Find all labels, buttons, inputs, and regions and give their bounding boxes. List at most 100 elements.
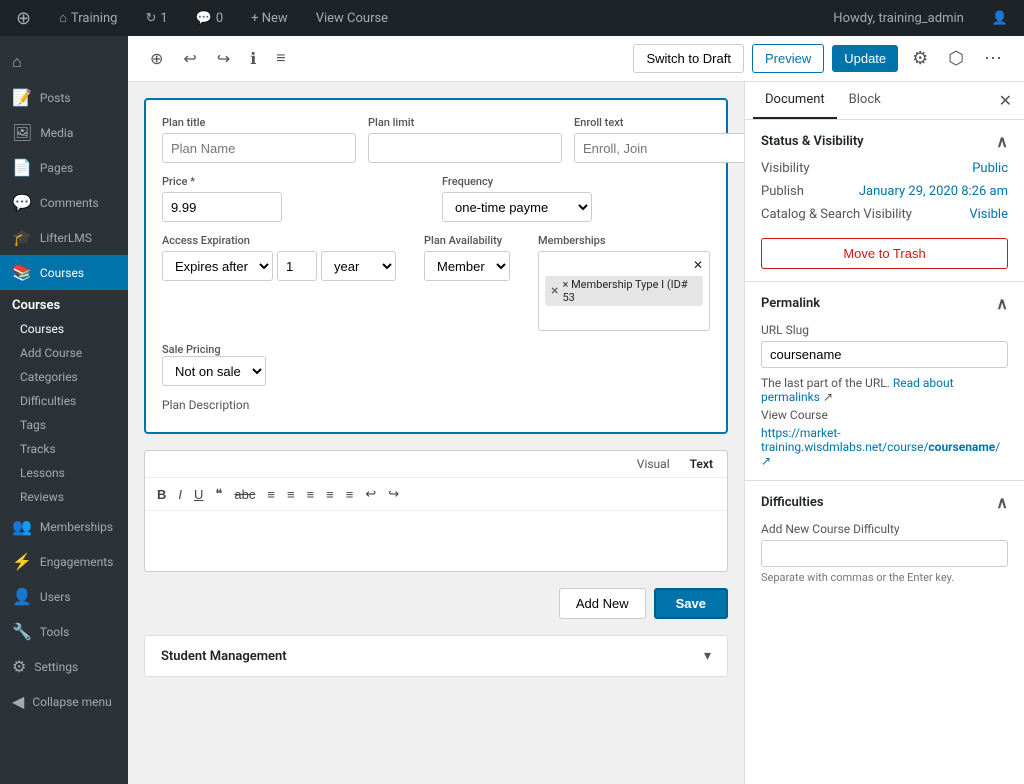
sidebar-sub-lessons[interactable]: Lessons	[0, 461, 128, 485]
undo-text-button[interactable]: ↩	[361, 484, 380, 504]
sale-pricing-select[interactable]: Not on sale On sale	[162, 356, 266, 386]
sidebar-item-users[interactable]: 👤 Users	[0, 579, 128, 614]
visibility-field-value[interactable]: Public	[972, 161, 1008, 176]
update-button[interactable]: Update	[832, 45, 898, 72]
sidebar-item-settings[interactable]: ⚙ Settings	[0, 649, 128, 684]
plan-name-input[interactable]	[162, 133, 356, 163]
underline-button[interactable]: U	[190, 485, 207, 504]
course-url-link[interactable]: https://market-training.wisdmlabs.net/co…	[761, 426, 1000, 468]
sidebar-sub-categories[interactable]: Categories	[0, 365, 128, 389]
external-link-icon: ↗	[823, 390, 833, 404]
sidebar-item-pages[interactable]: 📄 Pages	[0, 150, 128, 185]
url-slug-input[interactable]	[761, 341, 1008, 368]
sidebar-item-memberships[interactable]: 👥 Memberships	[0, 509, 128, 544]
text-toolbar: B I U ❝ abc ≡ ≡ ≡ ≡ ≡ ↩ ↪	[145, 478, 727, 511]
sidebar: ⌂ 📝 Posts 🖼 Media 📄 Pages 💬 Comments 🎓 L…	[0, 36, 128, 784]
text-area-body[interactable]	[145, 511, 727, 571]
site-name[interactable]: ⌂ Training	[51, 10, 125, 26]
sidebar-item-courses[interactable]: 📚 Courses	[0, 255, 128, 290]
media-icon: 🖼	[12, 123, 32, 142]
settings-panel-button[interactable]: ⚙	[906, 44, 934, 73]
sidebar-collapse[interactable]: ◀ Collapse menu	[0, 684, 128, 719]
sidebar-sub-add-course[interactable]: Add Course	[0, 341, 128, 365]
permalink-info: The last part of the URL. Read about per…	[761, 376, 1008, 404]
preview-button[interactable]: Preview	[752, 44, 824, 73]
plan-limit-input[interactable]	[368, 133, 562, 163]
unordered-list-button[interactable]: ≡	[263, 485, 279, 504]
sidebar-item-engagements[interactable]: ⚡ Engagements	[0, 544, 128, 579]
undo-button[interactable]: ↩	[177, 45, 202, 73]
memberships-box[interactable]: ✕ × × Membership Type I (ID# 53	[538, 251, 710, 331]
info-button[interactable]: ℹ	[244, 45, 262, 73]
enroll-join-input[interactable]	[574, 133, 744, 163]
sidebar-item-posts[interactable]: 📝 Posts	[0, 80, 128, 115]
comments-item[interactable]: 💬 0	[188, 11, 232, 26]
sidebar-item-lifterlms[interactable]: 🎓 LifterLMS	[0, 220, 128, 255]
switch-to-draft-button[interactable]: Switch to Draft	[633, 44, 744, 73]
view-course-adminbar[interactable]: View Course	[308, 11, 396, 26]
strikethrough-button[interactable]: abc	[230, 485, 259, 504]
howdy-text: Howdy, training_admin	[825, 11, 972, 26]
ordered-list-button[interactable]: ≡	[283, 485, 299, 504]
wp-logo[interactable]: ⊕	[8, 8, 39, 29]
visual-tab[interactable]: Visual	[631, 455, 676, 473]
publish-field-value[interactable]: January 29, 2020 8:26 am	[859, 184, 1008, 199]
sale-pricing-label: Sale Pricing	[162, 343, 710, 356]
save-button[interactable]: Save	[654, 588, 728, 619]
sidebar-item-comments[interactable]: 💬 Comments	[0, 185, 128, 220]
difficulty-input[interactable]	[761, 540, 1008, 567]
right-panel-tabs: Document Block ✕	[745, 82, 1024, 120]
student-management[interactable]: Student Management ▾	[144, 635, 728, 677]
memberships-close[interactable]: ✕	[693, 258, 703, 272]
plan-availability-select[interactable]: Member Open	[424, 251, 510, 281]
document-tab[interactable]: Document	[753, 82, 837, 119]
sidebar-item-media[interactable]: 🖼 Media	[0, 115, 128, 150]
sidebar-item-dashboard[interactable]: ⌂	[0, 44, 128, 80]
plan-availability-label: Plan Availability	[424, 234, 510, 247]
plan-name-column-header: Plan title	[162, 116, 356, 129]
patterns-button[interactable]: ⬡	[942, 44, 970, 73]
new-button[interactable]: + New	[243, 11, 296, 26]
right-panel-close-button[interactable]: ✕	[995, 87, 1016, 115]
price-input[interactable]	[162, 192, 282, 222]
expires-after-select[interactable]: Expires after Lifetime	[162, 251, 273, 281]
blockquote-button[interactable]: ❝	[211, 484, 226, 504]
redo-text-button[interactable]: ↪	[384, 484, 403, 504]
sync-icon: ↻	[145, 11, 156, 26]
sidebar-sub-reviews[interactable]: Reviews	[0, 485, 128, 509]
sidebar-sub-courses[interactable]: Courses	[0, 317, 128, 341]
align-center-button[interactable]: ≡	[322, 485, 338, 504]
comments-sidebar-icon: 💬	[12, 193, 32, 212]
align-left-button[interactable]: ≡	[303, 485, 319, 504]
permalink-toggle[interactable]: ∧	[996, 294, 1008, 313]
lifterlms-icon: 🎓	[12, 228, 32, 247]
redo-button[interactable]: ↪	[211, 45, 236, 73]
tag-remove-button[interactable]: ×	[551, 283, 558, 299]
tools-icon: 🔧	[12, 622, 32, 641]
right-panel: Document Block ✕ Status & Visibility ∧ V…	[744, 82, 1024, 784]
sync-item[interactable]: ↻ 1	[137, 11, 175, 26]
add-new-button[interactable]: Add New	[559, 588, 646, 619]
text-tab[interactable]: Text	[684, 455, 719, 473]
catalog-field-value[interactable]: Visible	[969, 207, 1008, 222]
frequency-select[interactable]: one-time payme monthly yearly	[442, 192, 592, 222]
bold-button[interactable]: B	[153, 485, 170, 504]
move-to-trash-button[interactable]: Move to Trash	[761, 238, 1008, 269]
sidebar-item-tools[interactable]: 🔧 Tools	[0, 614, 128, 649]
add-block-button[interactable]: ⊕	[144, 45, 169, 73]
list-view-button[interactable]: ≡	[270, 46, 291, 72]
difficulties-toggle[interactable]: ∧	[996, 493, 1008, 512]
expiry-unit-select[interactable]: year month week day	[321, 251, 396, 281]
block-tab[interactable]: Block	[837, 82, 893, 119]
italic-button[interactable]: I	[174, 485, 186, 504]
sidebar-sub-difficulties[interactable]: Difficulties	[0, 389, 128, 413]
expiry-number-input[interactable]	[277, 251, 317, 281]
align-right-button[interactable]: ≡	[342, 485, 358, 504]
sidebar-sub-tags[interactable]: Tags	[0, 413, 128, 437]
publish-field-label: Publish	[761, 184, 804, 199]
difficulties-header-label: Difficulties	[761, 495, 824, 510]
sidebar-sub-tracks[interactable]: Tracks	[0, 437, 128, 461]
status-visibility-toggle[interactable]: ∧	[996, 132, 1008, 151]
more-options-button[interactable]: ⋯	[978, 44, 1008, 73]
avatar[interactable]: 👤	[984, 11, 1016, 26]
